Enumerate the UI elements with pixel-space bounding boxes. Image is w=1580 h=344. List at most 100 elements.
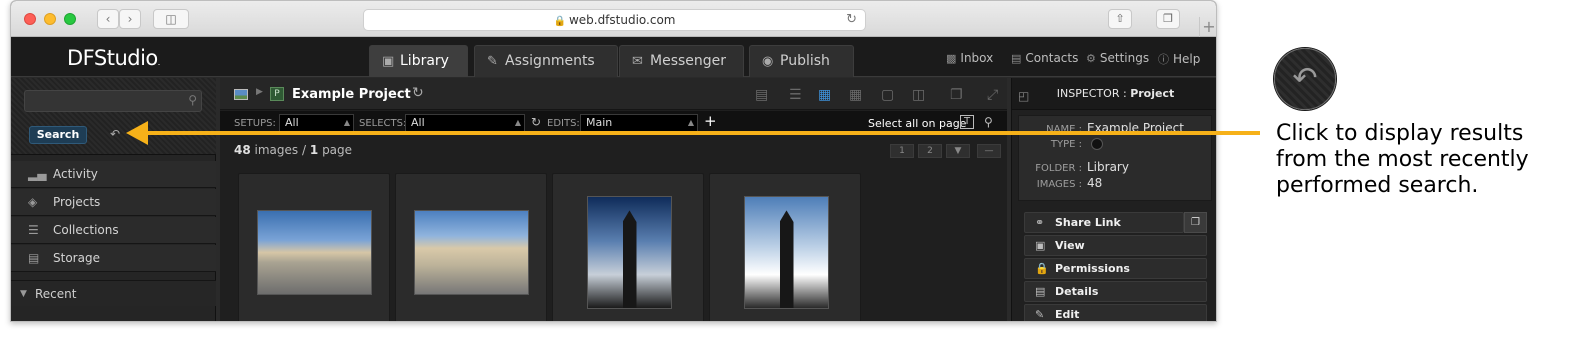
image-thumbnail[interactable] xyxy=(709,173,861,321)
add-edit-button[interactable]: + xyxy=(704,112,717,130)
list-view-icon[interactable]: ▤ xyxy=(755,87,768,103)
recent-label: Recent xyxy=(35,287,77,301)
edits-select[interactable]: Main ▲ xyxy=(580,114,698,132)
details-button[interactable]: ▤ Details xyxy=(1024,281,1207,302)
library-main: ▶ P Example Project ↻ ▤ ☰ ▦ ▦ ▢ ◫ ❐ ⤢ SE… xyxy=(220,78,1007,321)
select-all-link[interactable]: Select all on page xyxy=(868,117,966,130)
large-grid-icon[interactable]: ▦ xyxy=(849,87,862,103)
address-bar[interactable]: 🔒 web.dfstudio.com ↻ xyxy=(363,9,866,31)
sidebar-item-activity[interactable]: ▂▄ Activity xyxy=(11,161,216,188)
sidebar-toggle-button[interactable]: ◫ xyxy=(153,9,189,29)
page-count-label: page xyxy=(322,143,353,157)
image-thumbnail[interactable] xyxy=(552,173,704,321)
obelisk-shape xyxy=(622,210,637,308)
permissions-button[interactable]: 🔒 Permissions xyxy=(1024,258,1207,279)
selects-select[interactable]: All ▲ xyxy=(405,114,525,132)
recent-section-header[interactable]: ▼ Recent xyxy=(11,280,216,306)
share-link-button[interactable]: ⚭ Share Link xyxy=(1024,212,1184,233)
bar-chart-icon: ▂▄ xyxy=(28,167,47,181)
photo xyxy=(587,196,672,309)
sync-icon[interactable]: ↻ xyxy=(531,115,541,129)
search-input[interactable]: ⚲ xyxy=(24,90,202,112)
fullscreen-icon[interactable]: ⤢ xyxy=(987,87,998,103)
thumbs-down-icon[interactable]: ▼ xyxy=(946,144,970,158)
link-label: Settings xyxy=(1099,51,1150,65)
link-icon: ⚭ xyxy=(1035,216,1045,229)
view-button[interactable]: ▣ View xyxy=(1024,235,1207,256)
new-tab-button[interactable]: + xyxy=(1199,17,1216,37)
minimize-window-button[interactable] xyxy=(44,13,56,25)
edit-button[interactable]: ✎ Edit xyxy=(1024,304,1207,321)
page-button-2[interactable]: 2 xyxy=(918,144,942,158)
refresh-icon[interactable]: ↻ xyxy=(412,85,424,101)
show-tabs-button[interactable]: ❐ xyxy=(1156,9,1180,29)
sidebar-item-storage[interactable]: ▤ Storage xyxy=(11,245,216,272)
bookmark-icon[interactable]: ◰ xyxy=(1018,80,1029,112)
recent-search-button[interactable]: ↶ xyxy=(108,126,122,142)
sidebar-item-projects[interactable]: ◈ Projects xyxy=(11,189,216,216)
edits-value: Main xyxy=(586,116,613,129)
storage-icon: ▤ xyxy=(28,251,40,265)
inbox-link[interactable]: ▩ Inbox xyxy=(946,51,993,65)
tab-assignments[interactable]: ✎ Assignments xyxy=(474,45,618,77)
lock-icon: 🔒 xyxy=(553,16,566,27)
link-label: Contacts xyxy=(1025,51,1079,65)
project-type-icon xyxy=(1091,138,1103,150)
setups-select[interactable]: All ▲ xyxy=(279,114,354,132)
reload-icon[interactable]: ↻ xyxy=(846,10,857,30)
obelisk-shape xyxy=(779,210,794,308)
share-button[interactable]: ⇧ xyxy=(1108,9,1132,29)
contacts-link[interactable]: ▤ Contacts xyxy=(1011,51,1078,65)
forward-button[interactable]: › xyxy=(119,9,141,29)
search-button[interactable]: Search xyxy=(29,126,87,144)
details-icon: ▤ xyxy=(1035,285,1046,298)
left-panel: ⚲ Search ↶ ▂▄ Activity ◈ Projects ☰ Collect… xyxy=(11,78,216,321)
close-window-button[interactable] xyxy=(24,13,36,25)
search-icon: ⚲ xyxy=(188,93,197,107)
button-label: View xyxy=(1055,239,1085,252)
single-view-icon[interactable]: ▢ xyxy=(881,87,894,103)
copy-icon[interactable]: ❐ xyxy=(950,87,963,103)
callout-arrow-line xyxy=(142,131,1260,135)
app-header: DFStudio. ▣ Library ✎ Assignments ✉ Messeng… xyxy=(11,37,1216,77)
help-link[interactable]: ⓘ Help xyxy=(1158,51,1200,67)
detail-list-icon[interactable]: ☰ xyxy=(789,87,802,103)
view-icon: ▣ xyxy=(1035,239,1046,252)
breadcrumb: ▶ P Example Project ↻ ▤ ☰ ▦ ▦ ▢ ◫ ❐ ⤢ xyxy=(220,78,1007,110)
compare-icon[interactable]: ◫ xyxy=(912,87,925,103)
button-label: Permissions xyxy=(1055,262,1130,275)
sidebar-item-collections[interactable]: ☰ Collections xyxy=(11,217,216,244)
lock-icon: 🔒 xyxy=(1035,262,1049,275)
image-thumbnail[interactable] xyxy=(395,173,547,321)
tab-publish[interactable]: ◉ Publish xyxy=(749,45,854,77)
logo[interactable]: DFStudio. xyxy=(67,46,160,70)
type-label: TYPE : xyxy=(1050,139,1082,150)
tab-library[interactable]: ▣ Library xyxy=(369,45,468,77)
count-bar: 48 images / 1 page 1 2 ▼ — xyxy=(220,136,1007,164)
image-thumbnail[interactable] xyxy=(238,173,390,321)
screenshot-stage: ‹ › ◫ 🔒 web.dfstudio.com ↻ ⇧ ❐ + DFStudio… xyxy=(0,0,1580,344)
copy-link-button[interactable]: ❐ xyxy=(1184,212,1207,233)
inspector-title-prefix: INSPECTOR : xyxy=(1056,87,1127,100)
stepper-icon: ▲ xyxy=(687,118,694,127)
text-toggle-button[interactable]: T xyxy=(960,115,974,129)
pencil-icon: ✎ xyxy=(487,54,498,69)
zoom-icon[interactable]: ⚲ xyxy=(984,115,993,129)
undo-icon: ↶ xyxy=(1292,61,1318,96)
callout-text: Click to display results from the most r… xyxy=(1276,121,1529,198)
settings-link[interactable]: ⚙ Settings xyxy=(1086,51,1149,65)
button-label: Edit xyxy=(1055,308,1080,321)
small-grid-icon[interactable]: ▦ xyxy=(818,87,831,103)
back-button[interactable]: ‹ xyxy=(97,9,119,29)
collapse-icon[interactable]: — xyxy=(977,144,1001,158)
page-button-1[interactable]: 1 xyxy=(890,144,914,158)
sidebar-item-label: Activity xyxy=(53,167,98,181)
search-area: ⚲ Search ↶ xyxy=(11,78,216,155)
tab-messenger[interactable]: ✉ Messenger xyxy=(619,45,744,77)
sidebar-icon: ◫ xyxy=(165,12,177,26)
photo xyxy=(744,196,829,309)
library-icon[interactable] xyxy=(234,89,248,100)
count-separator: / xyxy=(302,143,307,157)
zoom-window-button[interactable] xyxy=(64,13,76,25)
browser-toolbar: ‹ › ◫ 🔒 web.dfstudio.com ↻ ⇧ ❐ + xyxy=(11,1,1216,37)
